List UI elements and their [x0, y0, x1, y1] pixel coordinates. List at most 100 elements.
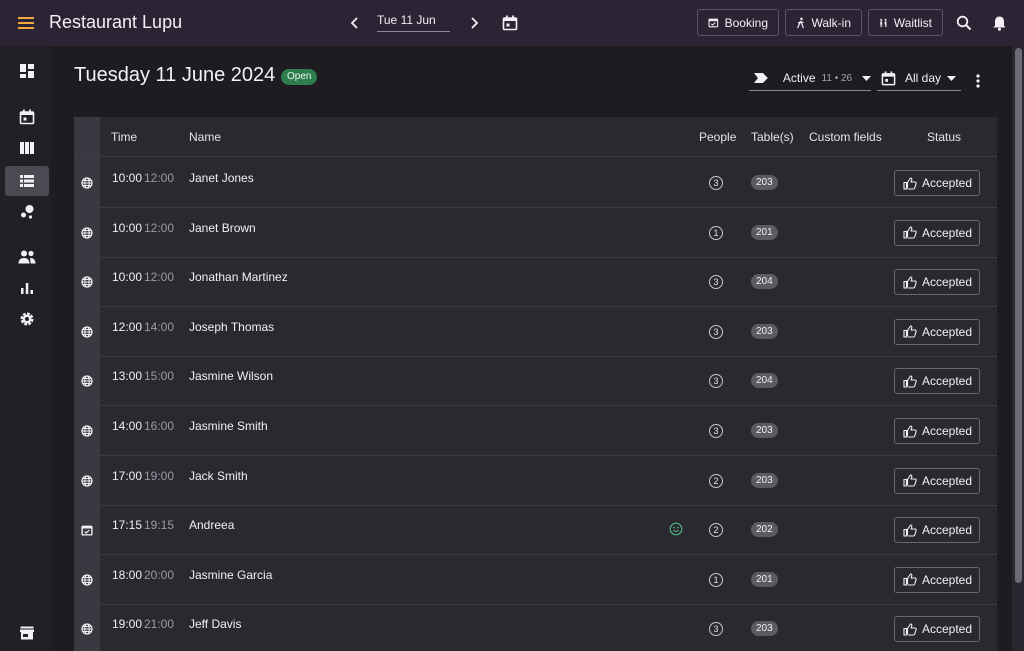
chevron-right-icon[interactable] [464, 13, 484, 33]
column-header-time[interactable]: Time [111, 130, 137, 144]
table-chip: 203 [751, 472, 778, 488]
walk-in-button[interactable]: Walk-in [785, 9, 862, 36]
search-icon[interactable] [953, 12, 975, 34]
columns-icon [20, 142, 34, 154]
calendar-icon [881, 70, 896, 85]
table-row[interactable]: 18:00 20:00 Jasmine Garcia 1 201 Accepted [74, 554, 997, 605]
dashboard-icon [20, 64, 34, 78]
globe-icon [74, 158, 100, 208]
party-size: 2 [709, 523, 723, 538]
bubbles-icon [21, 205, 34, 219]
scrollbar-thumb[interactable] [1015, 48, 1022, 583]
globe-icon [74, 257, 100, 308]
status-button[interactable]: Accepted [894, 269, 980, 296]
table-chip: 203 [751, 423, 778, 438]
table-row[interactable]: 12:00 14:00 Joseph Thomas 3 203 Accepted [74, 306, 997, 357]
sidebar-item-reports[interactable] [5, 273, 49, 303]
sidebar-item-guests[interactable] [5, 242, 49, 272]
store-icon [20, 626, 34, 640]
status-button[interactable]: Accepted [894, 368, 980, 395]
column-header-tables[interactable]: Table(s) [751, 130, 794, 144]
table-row[interactable]: 10:00 12:00 Jonathan Martinez 3 204 Accepted [74, 257, 997, 308]
table-chip: 201 [751, 571, 778, 587]
active-filter-select[interactable]: Active 11 • 26 [749, 66, 871, 91]
table-chip: 204 [751, 373, 778, 389]
status-button[interactable]: Accepted [894, 616, 980, 643]
column-header-status[interactable]: Status [927, 130, 961, 144]
sidebar-item-list[interactable] [5, 166, 49, 196]
globe-icon [74, 306, 100, 357]
sidebar-item-columns[interactable] [5, 133, 49, 163]
table-row[interactable]: 17:00 19:00 Jack Smith 2 203 Accepted [74, 455, 997, 506]
thumbs-up-icon [903, 375, 917, 388]
gear-icon [20, 312, 34, 326]
waitlist-button[interactable]: Waitlist [868, 9, 943, 36]
guest-name: Janet Brown [189, 220, 256, 235]
guest-name: Jonathan Martinez [189, 270, 288, 285]
end-time: 19:15 [144, 518, 175, 533]
status-button[interactable]: Accepted [894, 566, 980, 593]
globe-icon [74, 554, 100, 605]
bell-icon[interactable] [988, 12, 1010, 34]
start-time: 10:00 [112, 270, 143, 285]
status-button[interactable]: Accepted [894, 318, 980, 345]
sidebar-item-calendar[interactable] [5, 102, 49, 132]
party-size: 1 [709, 225, 723, 240]
status-button[interactable]: Accepted [894, 219, 980, 246]
sidebar-item-settings[interactable] [5, 304, 49, 334]
guest-name: Jack Smith [189, 468, 248, 483]
party-size: 3 [709, 424, 723, 438]
table-row[interactable]: 14:00 16:00 Jasmine Smith 3 203 Accepted [74, 406, 997, 456]
globe-icon [74, 356, 100, 407]
table-row[interactable]: 10:00 12:00 Janet Jones 3 203 Accepted [74, 158, 997, 208]
sidebar-item-store[interactable] [5, 618, 49, 648]
menu-icon[interactable] [14, 12, 38, 34]
table-row[interactable]: 10:00 12:00 Janet Brown 1 201 Accepted [74, 207, 997, 258]
thumbs-up-icon [903, 474, 917, 487]
active-filter-label: Active [782, 71, 816, 85]
thumbs-up-icon [903, 276, 917, 289]
booking-button[interactable]: Booking [697, 9, 779, 36]
start-time: 13:00 [112, 369, 143, 384]
app-title: Restaurant Lupu [49, 12, 183, 32]
calendar-icon[interactable] [499, 12, 521, 34]
status-label: Accepted [922, 176, 973, 190]
status-button[interactable]: Accepted [894, 418, 980, 444]
table-row[interactable]: 13:00 15:00 Jasmine Wilson 3 204 Accepted [74, 356, 997, 407]
status-button[interactable]: Accepted [894, 517, 980, 544]
party-size: 3 [709, 374, 723, 389]
walk-in-label: Walk-in [811, 15, 851, 30]
column-header-custom-fields[interactable]: Custom fields [809, 130, 882, 144]
status-label: Accepted [922, 622, 973, 637]
sidebar-item-dashboard[interactable] [5, 56, 49, 86]
status-label: Accepted [922, 523, 973, 538]
globe-icon [74, 207, 100, 258]
status-button[interactable]: Accepted [894, 170, 980, 196]
sidebar-item-floorplan[interactable] [5, 197, 49, 227]
guest-name: Jeff Davis [189, 617, 242, 632]
start-time: 12:00 [112, 319, 143, 334]
party-size: 3 [709, 176, 723, 190]
table-row[interactable]: 17:15 19:15 Andreea 2 202 Accepted [74, 505, 997, 556]
column-header-name[interactable]: Name [189, 130, 221, 144]
column-header-people[interactable]: People [699, 130, 736, 144]
party-size: 3 [709, 324, 723, 339]
start-time: 18:00 [112, 567, 143, 582]
table-row[interactable]: 19:00 21:00 Jeff Davis 3 203 Accepted [74, 604, 997, 651]
chevron-left-icon[interactable] [345, 13, 365, 33]
date-field[interactable]: Tue 11 Jun [377, 10, 450, 32]
guest-name: Andreea [189, 518, 235, 533]
guest-name: Jasmine Smith [189, 419, 268, 433]
end-time: 14:00 [144, 319, 175, 334]
start-time: 14:00 [112, 419, 143, 433]
sidebar [0, 46, 51, 651]
end-time: 12:00 [144, 171, 175, 185]
more-vertical-icon[interactable] [968, 70, 988, 92]
time-range-select[interactable]: All day [877, 66, 961, 91]
status-button[interactable]: Accepted [894, 467, 980, 494]
status-label: Accepted [922, 225, 973, 240]
time-range-label: All day [905, 71, 942, 85]
booking-label: Booking [724, 15, 768, 30]
end-time: 21:00 [144, 617, 175, 632]
bar-chart-icon [21, 283, 33, 294]
